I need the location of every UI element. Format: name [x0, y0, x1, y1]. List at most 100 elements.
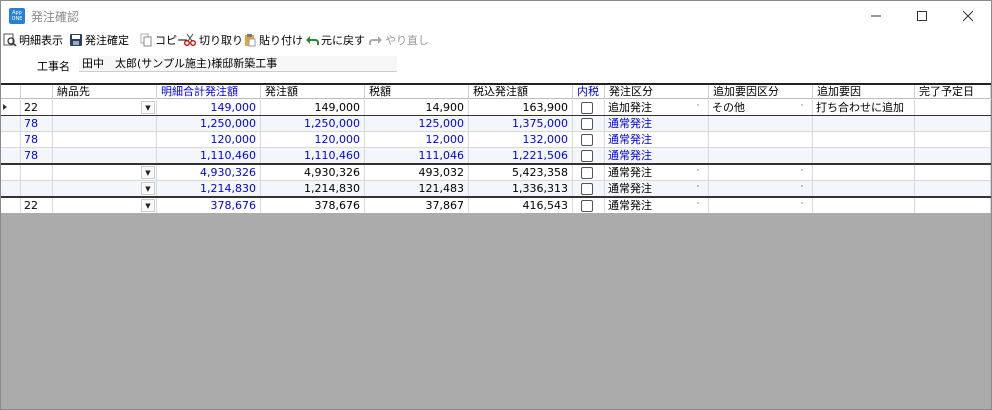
tax-cell[interactable]: 12,000 [365, 132, 469, 148]
tax-included-cell[interactable]: 132,000 [469, 132, 573, 148]
detail-total-cell[interactable]: 4,930,326 [157, 165, 261, 181]
due-date-cell[interactable] [915, 132, 991, 148]
detail-total-cell[interactable]: 120,000 [157, 132, 261, 148]
order-type-dropdown-icon[interactable]: · [691, 166, 705, 179]
delivery-cell[interactable] [53, 116, 157, 132]
header-due-date[interactable]: 完了予定日 [915, 85, 991, 99]
inner-tax-checkbox[interactable] [581, 150, 593, 162]
code-cell[interactable]: 78 [21, 148, 53, 164]
reason-cell[interactable] [813, 165, 915, 181]
detail-total-cell[interactable]: 1,110,460 [157, 148, 261, 164]
table-row[interactable]: 78 1,250,000 1,250,000 125,000 1,375,000 通常発注 [1, 116, 991, 132]
header-reason[interactable]: 追加要因 [813, 85, 915, 99]
reason-cell[interactable] [813, 198, 915, 214]
reason-cell[interactable] [813, 116, 915, 132]
reason-cell[interactable] [813, 132, 915, 148]
delivery-cell[interactable] [53, 132, 157, 148]
confirm-order-button[interactable]: 発注確定 [69, 31, 129, 49]
reason-cell[interactable]: 打ち合わせに追加 [813, 100, 915, 116]
order-amount-cell[interactable]: 1,214,830 [261, 181, 365, 197]
minimize-button[interactable] [853, 1, 899, 31]
copy-button[interactable]: コピー [139, 31, 188, 49]
tax-cell[interactable]: 493,032 [365, 165, 469, 181]
tax-included-cell[interactable]: 163,900 [469, 100, 573, 116]
table-row[interactable]: 78 120,000 120,000 12,000 132,000 通常発注 [1, 132, 991, 148]
maximize-button[interactable] [899, 1, 945, 31]
due-date-cell[interactable] [915, 100, 991, 116]
tax-cell[interactable]: 14,900 [365, 100, 469, 116]
reason-type-cell[interactable] [709, 148, 813, 164]
tax-cell[interactable]: 125,000 [365, 116, 469, 132]
order-amount-cell[interactable]: 120,000 [261, 132, 365, 148]
header-inner-tax[interactable]: 内税 [573, 85, 605, 99]
inner-tax-checkbox[interactable] [581, 200, 593, 212]
header-detail-total[interactable]: 明細合計発注額 [157, 85, 261, 99]
tax-included-cell[interactable]: 1,375,000 [469, 116, 573, 132]
header-tax[interactable]: 税額 [365, 85, 469, 99]
order-type-cell[interactable]: 通常発注 [605, 132, 709, 148]
detail-total-cell[interactable]: 1,250,000 [157, 116, 261, 132]
inner-tax-checkbox[interactable] [581, 134, 593, 146]
due-date-cell[interactable] [915, 165, 991, 181]
header-tax-included[interactable]: 税込発注額 [469, 85, 573, 99]
order-type-cell[interactable]: 通常発注 [605, 116, 709, 132]
delivery-dropdown-icon[interactable]: ▼ [141, 166, 155, 179]
delivery-dropdown-icon[interactable]: ▼ [141, 199, 155, 212]
table-row[interactable]: 78 1,110,460 1,110,460 111,046 1,221,506 通常発注 [1, 148, 991, 164]
tax-included-cell[interactable]: 416,543 [469, 198, 573, 214]
order-amount-cell[interactable]: 1,250,000 [261, 116, 365, 132]
header-delivery[interactable]: 納品先 [53, 85, 157, 99]
header-order-amount[interactable]: 発注額 [261, 85, 365, 99]
tax-included-cell[interactable]: 1,221,506 [469, 148, 573, 164]
tax-cell[interactable]: 111,046 [365, 148, 469, 164]
order-amount-cell[interactable]: 378,676 [261, 198, 365, 214]
header-reason-type[interactable]: 追加要因区分 [709, 85, 813, 99]
detail-total-cell[interactable]: 1,214,830 [157, 181, 261, 197]
delivery-dropdown-icon[interactable]: ▼ [141, 101, 155, 114]
code-cell[interactable]: 22 [21, 100, 53, 116]
reason-type-cell[interactable] [709, 116, 813, 132]
due-date-cell[interactable] [915, 116, 991, 132]
table-row[interactable]: 4,930,326 4,930,326 493,032 5,423,358 通常発注 ▼ ·… [1, 165, 991, 181]
tax-included-cell[interactable]: 5,423,358 [469, 165, 573, 181]
code-cell[interactable] [21, 181, 53, 197]
inner-tax-checkbox[interactable] [581, 167, 593, 179]
due-date-cell[interactable] [915, 198, 991, 214]
reason-cell[interactable] [813, 148, 915, 164]
delivery-dropdown-icon[interactable]: ▼ [141, 182, 155, 195]
undo-button[interactable]: 元に戻す [305, 31, 365, 49]
redo-button[interactable]: やり直し [369, 31, 429, 49]
inner-tax-checkbox[interactable] [581, 102, 593, 114]
table-row[interactable]: 22 149,000 149,000 14,900 163,900 追加発注 その他 打ち合わ… [1, 100, 991, 116]
delivery-cell[interactable] [53, 148, 157, 164]
order-amount-cell[interactable]: 1,110,460 [261, 148, 365, 164]
table-row[interactable]: 1,214,830 1,214,830 121,483 1,336,313 通常発注 ▼ ·… [1, 181, 991, 197]
cut-button[interactable]: 切り取り [183, 31, 243, 49]
inner-tax-checkbox[interactable] [581, 118, 593, 130]
order-type-cell[interactable]: 通常発注 [605, 148, 709, 164]
detail-view-button[interactable]: 明細表示 [3, 31, 63, 49]
reason-type-cell[interactable] [709, 132, 813, 148]
code-cell[interactable]: 78 [21, 116, 53, 132]
inner-tax-checkbox[interactable] [581, 183, 593, 195]
reason-cell[interactable] [813, 181, 915, 197]
reason-type-dropdown-icon[interactable]: · [795, 166, 809, 179]
order-type-dropdown-icon[interactable]: · [691, 199, 705, 212]
reason-type-dropdown-icon[interactable]: · [795, 101, 809, 114]
close-button[interactable] [945, 1, 991, 31]
header-order-type[interactable]: 発注区分 [605, 85, 709, 99]
tax-cell[interactable]: 121,483 [365, 181, 469, 197]
due-date-cell[interactable] [915, 148, 991, 164]
detail-total-cell[interactable]: 149,000 [157, 100, 261, 116]
order-amount-cell[interactable]: 4,930,326 [261, 165, 365, 181]
paste-button[interactable]: 貼り付け [243, 31, 303, 49]
code-cell[interactable]: 22 [21, 198, 53, 214]
order-type-dropdown-icon[interactable]: · [691, 182, 705, 195]
code-cell[interactable] [21, 165, 53, 181]
order-amount-cell[interactable]: 149,000 [261, 100, 365, 116]
detail-total-cell[interactable]: 378,676 [157, 198, 261, 214]
code-cell[interactable]: 78 [21, 132, 53, 148]
table-row[interactable]: 22 378,676 378,676 37,867 416,543 通常発注 ▼ · · [1, 198, 991, 214]
reason-type-dropdown-icon[interactable]: · [795, 199, 809, 212]
tax-included-cell[interactable]: 1,336,313 [469, 181, 573, 197]
